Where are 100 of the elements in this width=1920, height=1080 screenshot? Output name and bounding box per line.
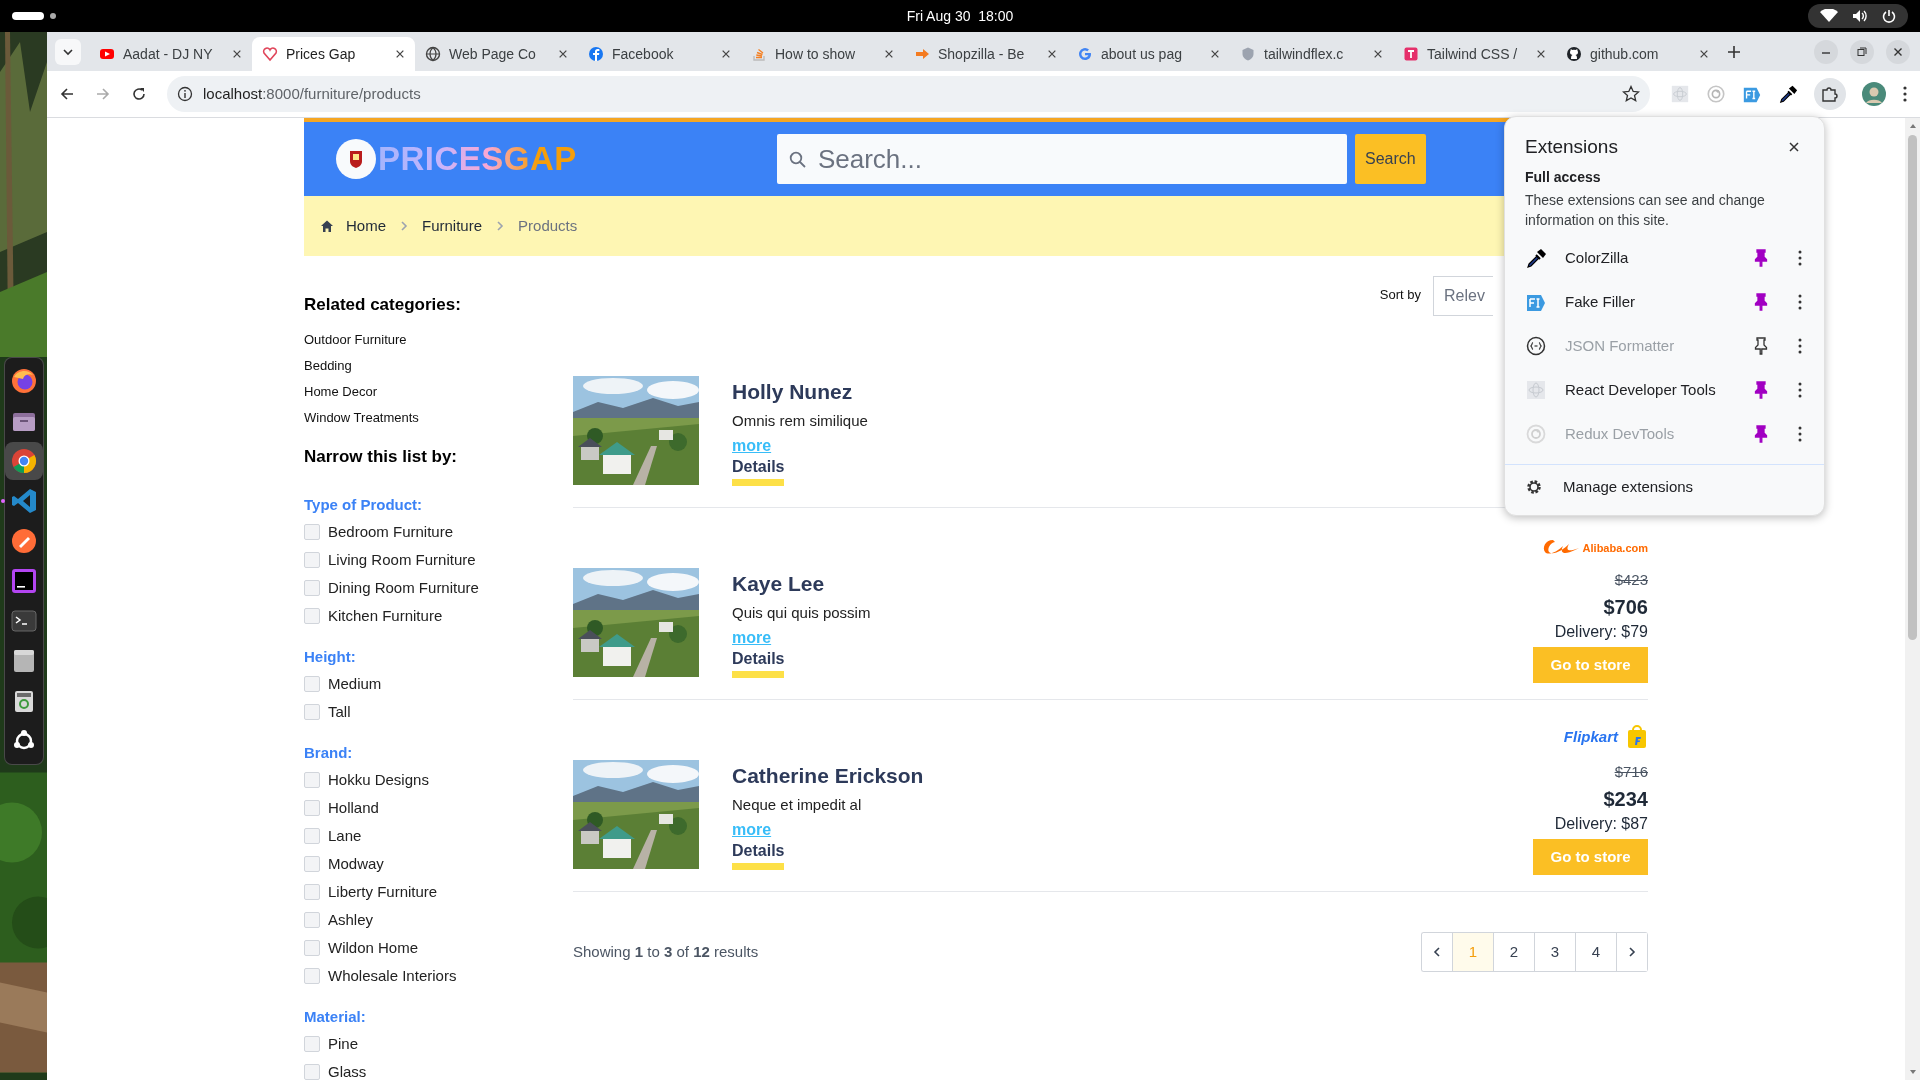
checkbox-label[interactable]: Dining Room Furniture: [328, 576, 479, 600]
checkbox[interactable]: [304, 552, 320, 568]
extension-item[interactable]: React Developer Tools: [1505, 368, 1824, 412]
browser-tab[interactable]: Web Page Co: [415, 37, 578, 71]
power-icon[interactable]: [1882, 9, 1896, 23]
browser-tab[interactable]: How to show: [741, 37, 904, 71]
breadcrumb-link[interactable]: Furniture: [422, 214, 483, 238]
product-title[interactable]: Holly Nunez: [732, 379, 868, 405]
browser-tab[interactable]: Aadat - DJ NY: [89, 37, 252, 71]
close-icon[interactable]: [558, 49, 568, 59]
checkbox-label[interactable]: Wholesale Interiors: [328, 964, 457, 988]
checkbox[interactable]: [304, 772, 320, 788]
checkbox[interactable]: [304, 608, 320, 624]
info-icon[interactable]: [177, 86, 193, 102]
checkbox-label[interactable]: Bedroom Furniture: [328, 520, 454, 544]
checkbox-label[interactable]: Hokku Designs: [328, 768, 429, 792]
breadcrumb-link[interactable]: Home: [346, 214, 386, 238]
details-link[interactable]: Details: [732, 457, 785, 486]
checkbox[interactable]: [304, 524, 320, 540]
category-link[interactable]: Outdoor Furniture: [304, 327, 407, 353]
checkbox-label[interactable]: Living Room Furniture: [328, 548, 476, 572]
workspace-indicator-icon[interactable]: [12, 11, 58, 21]
more-options-icon[interactable]: [1798, 294, 1802, 310]
close-icon[interactable]: [1699, 49, 1709, 59]
address-bar[interactable]: localhost:8000/furniture/products: [167, 76, 1650, 112]
pin-icon[interactable]: [1754, 249, 1768, 267]
checkbox-label[interactable]: Ashley: [328, 908, 374, 932]
checkbox[interactable]: [304, 800, 320, 816]
extension-item[interactable]: Fake Filler: [1505, 280, 1824, 324]
checkbox[interactable]: [304, 676, 320, 692]
browser-tab[interactable]: Tailwind CSS /: [1393, 37, 1556, 71]
browser-tab[interactable]: tailwindflex.c: [1230, 37, 1393, 71]
close-icon[interactable]: [395, 49, 405, 59]
scrollbar-thumb[interactable]: [1908, 135, 1917, 640]
checkbox-label[interactable]: Pine: [328, 1032, 359, 1056]
checkbox-label[interactable]: Holland: [328, 796, 379, 820]
manage-extensions-item[interactable]: Manage extensions: [1505, 465, 1824, 509]
scroll-up-icon[interactable]: [1908, 123, 1917, 129]
checkbox[interactable]: [304, 884, 320, 900]
checkbox-label[interactable]: Glass: [328, 1060, 367, 1080]
close-icon[interactable]: [1047, 49, 1057, 59]
checkbox[interactable]: [304, 856, 320, 872]
close-icon[interactable]: [1536, 49, 1546, 59]
new-tab-icon[interactable]: [1727, 44, 1741, 59]
checkbox[interactable]: [304, 1064, 320, 1080]
code-editor-icon[interactable]: [9, 487, 38, 515]
clock-text[interactable]: Fri Aug 30 18:00: [906, 5, 1014, 27]
wifi-icon[interactable]: [1820, 9, 1838, 23]
checkbox-label[interactable]: Kitchen Furniture: [328, 604, 443, 628]
restore-icon[interactable]: [1850, 39, 1874, 64]
browser-tab[interactable]: Facebook: [578, 37, 741, 71]
more-options-icon[interactable]: [1902, 85, 1908, 103]
browser-tab[interactable]: github.com: [1556, 37, 1719, 71]
checkbox[interactable]: [304, 828, 320, 844]
pin-icon[interactable]: [1754, 293, 1768, 311]
extension-item[interactable]: ColorZilla: [1505, 236, 1824, 280]
sort-select[interactable]: Relev: [1433, 276, 1493, 316]
product-title[interactable]: Kaye Lee: [732, 571, 871, 597]
close-icon[interactable]: [1210, 49, 1220, 59]
category-link[interactable]: Window Treatments: [304, 405, 419, 431]
details-link[interactable]: Details: [732, 841, 785, 870]
category-link[interactable]: Bedding: [304, 353, 352, 379]
scroll-down-icon[interactable]: [1908, 1069, 1917, 1075]
checkbox[interactable]: [304, 912, 320, 928]
close-icon[interactable]: [232, 49, 242, 59]
checkbox-label[interactable]: Tall: [328, 700, 351, 724]
checkbox[interactable]: [304, 968, 320, 984]
more-options-icon[interactable]: [1798, 382, 1802, 398]
browser-tab[interactable]: Prices Gap: [252, 37, 415, 71]
checkbox-label[interactable]: Medium: [328, 672, 382, 696]
volume-icon[interactable]: [1852, 9, 1868, 23]
close-window-icon[interactable]: [1886, 39, 1910, 64]
browser-tab[interactable]: about us pag: [1067, 37, 1230, 71]
ide-icon[interactable]: [9, 567, 38, 595]
reload-icon[interactable]: [131, 86, 147, 102]
close-icon[interactable]: [884, 49, 894, 59]
browser-tab[interactable]: Shopzilla - Be: [904, 37, 1067, 71]
category-link[interactable]: Home Decor: [304, 379, 377, 405]
details-link[interactable]: Details: [732, 649, 785, 678]
more-options-icon[interactable]: [1798, 250, 1802, 266]
close-icon[interactable]: [1788, 141, 1800, 153]
browser-icon[interactable]: [9, 367, 38, 395]
extensions-button[interactable]: [1814, 78, 1846, 110]
search-button[interactable]: Search: [1354, 134, 1426, 184]
bookmark-star-icon[interactable]: [1622, 85, 1640, 103]
checkbox-label[interactable]: Wildon Home: [328, 936, 419, 960]
avatar-icon[interactable]: [1862, 82, 1886, 106]
pin-icon[interactable]: [1754, 381, 1768, 399]
minimize-icon[interactable]: [1814, 39, 1838, 64]
close-icon[interactable]: [1373, 49, 1383, 59]
back-icon[interactable]: [59, 86, 75, 102]
checkbox[interactable]: [304, 580, 320, 596]
close-icon[interactable]: [721, 49, 731, 59]
eyedropper-icon[interactable]: [1778, 84, 1798, 104]
product-title[interactable]: Catherine Erickson: [732, 763, 924, 789]
checkbox-label[interactable]: Lane: [328, 824, 362, 848]
checkbox[interactable]: [304, 1036, 320, 1052]
app-icon[interactable]: [9, 527, 38, 555]
checkbox-label[interactable]: Modway: [328, 852, 384, 876]
browser-icon[interactable]: [9, 447, 38, 475]
